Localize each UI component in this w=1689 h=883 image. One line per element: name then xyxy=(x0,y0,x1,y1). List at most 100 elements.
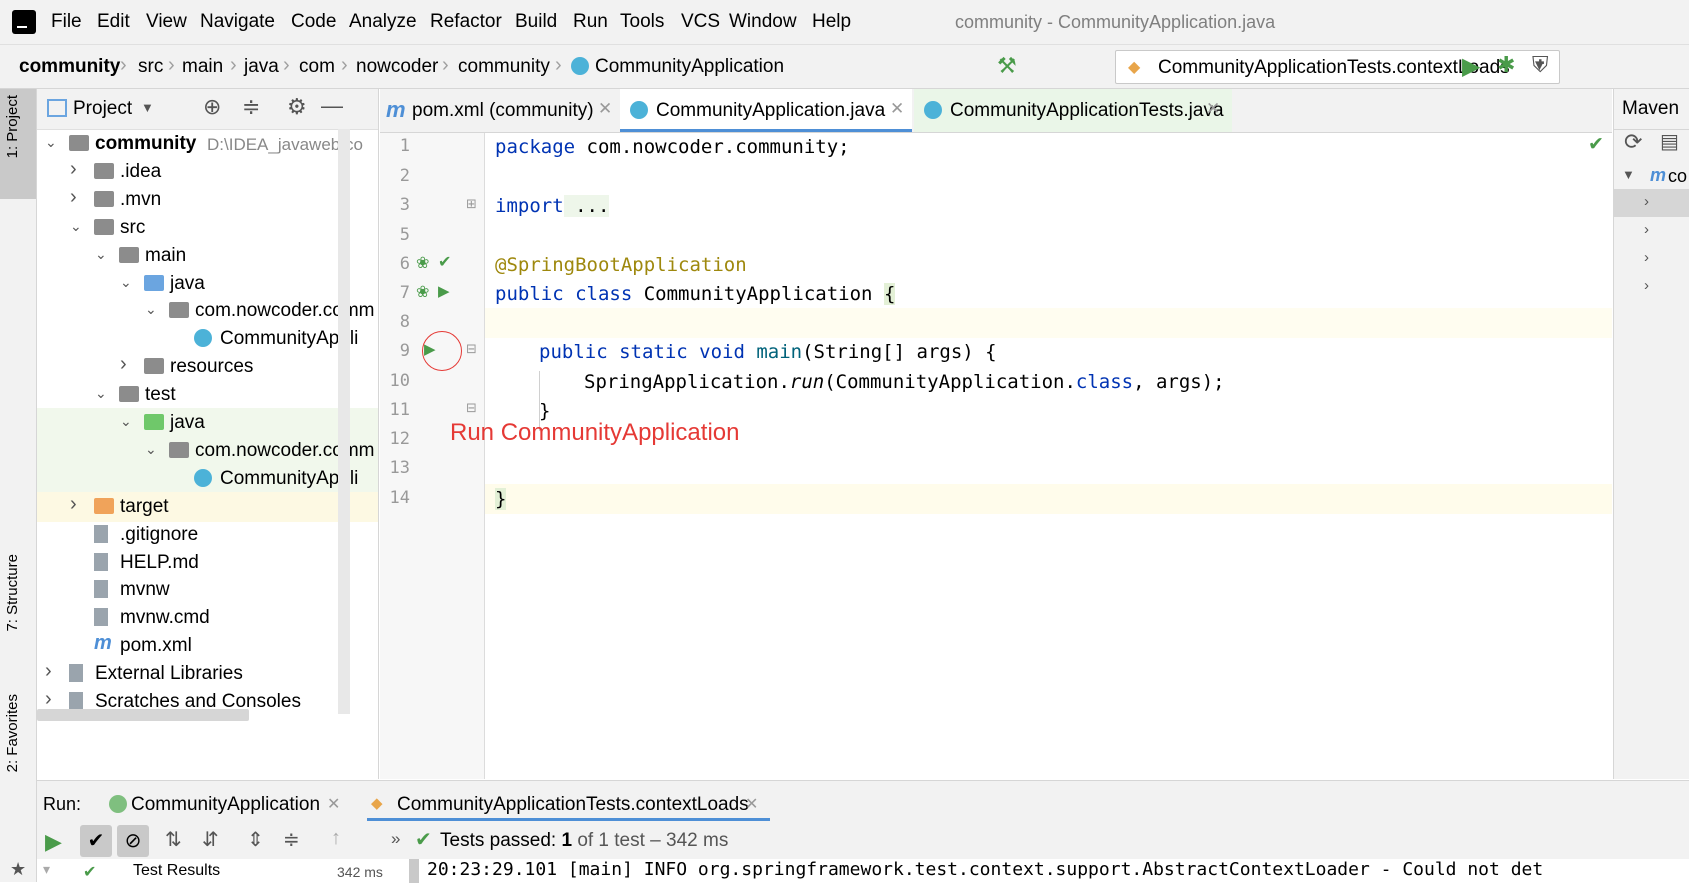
tab-pom-xml[interactable]: m pom.xml (community) ✕ xyxy=(380,89,618,132)
vertical-scrollbar[interactable] xyxy=(338,129,350,714)
tree-row[interactable]: ⌄ src xyxy=(37,213,378,243)
maven-root-label[interactable]: co xyxy=(1668,166,1687,187)
chevron-right-icon[interactable]: › xyxy=(45,688,52,711)
sort-duration-icon[interactable]: ⇵ xyxy=(202,827,219,852)
sort-alpha-icon[interactable]: ⇅ xyxy=(165,827,182,852)
chevron-right-icon[interactable]: › xyxy=(70,493,77,516)
maven-selected-row[interactable] xyxy=(1614,189,1689,217)
tree-row[interactable]: HELP.md xyxy=(37,548,378,578)
breadcrumb-item[interactable]: src xyxy=(138,56,163,78)
menu-file[interactable]: File xyxy=(51,11,82,33)
generate-sources-icon[interactable]: ▤ xyxy=(1660,129,1679,154)
reload-icon[interactable]: ⟳ xyxy=(1624,129,1642,155)
menu-help[interactable]: Help xyxy=(812,11,851,33)
coverage-icon[interactable]: ⛨ xyxy=(1532,52,1549,78)
folded-imports[interactable]: ... xyxy=(563,195,610,217)
show-passed-icon[interactable]: ✔ xyxy=(80,825,112,857)
menu-edit[interactable]: Edit xyxy=(97,11,130,33)
chevron-right-icon[interactable]: › xyxy=(120,353,127,376)
breadcrumb-item[interactable]: nowcoder xyxy=(356,56,438,78)
chevron-down-icon[interactable]: ▼ xyxy=(141,100,154,115)
menu-tools[interactable]: Tools xyxy=(620,11,664,33)
menu-build[interactable]: Build xyxy=(515,11,557,33)
tree-row[interactable]: › .mvn xyxy=(37,185,378,215)
breadcrumb-item[interactable]: CommunityApplication xyxy=(595,56,784,78)
show-ignored-icon[interactable]: ⊘ xyxy=(117,825,149,857)
menu-navigate[interactable]: Navigate xyxy=(200,11,275,33)
chevron-right-icon[interactable]: › xyxy=(1644,193,1649,210)
tree-row[interactable]: ⌄ main xyxy=(37,241,378,271)
chevron-right-icon[interactable]: › xyxy=(70,158,77,181)
tree-row[interactable]: › External Libraries xyxy=(37,659,378,689)
tree-row[interactable]: ⌄ test xyxy=(37,380,378,410)
menu-window[interactable]: Window xyxy=(729,11,797,33)
close-icon[interactable]: ✕ xyxy=(598,99,612,119)
chevron-right-icon[interactable]: › xyxy=(70,186,77,209)
tree-row[interactable]: › target xyxy=(37,491,378,522)
debug-bug-icon[interactable]: ✱ xyxy=(1497,52,1515,78)
tree-row[interactable]: ⌄ com.nowcoder.comm xyxy=(37,435,378,466)
run-tab-tests[interactable]: ◆ CommunityApplicationTests.contextLoads… xyxy=(367,785,770,821)
editor-gutter[interactable]: 1 2 3 5 6 7 8 9 10 11 12 13 14 ❀ ✔ ❀ ▶ ▶… xyxy=(380,133,739,779)
collapse-all-icon[interactable]: ≑ xyxy=(242,94,260,120)
gear-icon[interactable]: ⚙ xyxy=(287,94,307,120)
expand-all-icon[interactable]: ⇕ xyxy=(247,827,264,852)
collapse-all-icon[interactable]: ≑ xyxy=(283,827,300,852)
chevron-right-icon[interactable]: › xyxy=(1644,221,1649,238)
previous-failed-icon[interactable]: ↑ xyxy=(331,827,341,850)
chevron-down-icon[interactable]: ▼ xyxy=(1622,167,1635,182)
breadcrumb-item[interactable]: community xyxy=(458,56,550,78)
test-results-row[interactable]: ▾ ✔ Test Results 342 ms xyxy=(37,859,409,883)
tree-row[interactable]: CommunityAppli xyxy=(37,324,378,354)
tree-row[interactable]: m pom.xml xyxy=(37,631,378,661)
rerun-icon[interactable]: ▶ xyxy=(45,829,62,855)
tab-community-application-java[interactable]: CommunityApplication.java ✕ xyxy=(620,89,912,132)
menu-vcs[interactable]: VCS xyxy=(681,11,720,33)
tree-row[interactable]: CommunityAppli xyxy=(37,463,378,494)
close-icon[interactable]: ✕ xyxy=(890,99,904,119)
locate-crosshair-icon[interactable]: ⊕ xyxy=(203,94,221,120)
chevron-right-icon[interactable]: › xyxy=(1644,249,1649,266)
horizontal-scrollbar[interactable] xyxy=(37,709,249,721)
chevron-down-icon[interactable]: ⌄ xyxy=(120,413,132,430)
spring-bean-icon[interactable]: ❀ xyxy=(416,253,429,273)
tree-row[interactable]: ⌄ java xyxy=(37,269,378,299)
tool-tab-structure[interactable]: 7: Structure xyxy=(4,554,21,632)
run-tab-community-application[interactable]: CommunityApplication ✕ xyxy=(105,785,351,821)
chevron-down-icon[interactable]: ⌄ xyxy=(145,301,157,318)
console-output[interactable]: 20:23:29.101 [main] INFO org.springframe… xyxy=(419,859,1689,883)
close-icon[interactable]: ✕ xyxy=(1206,99,1220,119)
chevron-down-icon[interactable]: ▾ xyxy=(43,861,50,878)
tree-row[interactable]: ⌄ java xyxy=(37,408,378,438)
inspection-ok-check-icon[interactable]: ✔ xyxy=(1588,133,1604,156)
chevron-down-icon[interactable]: ⌄ xyxy=(95,246,107,263)
tree-row[interactable]: mvnw xyxy=(37,575,378,605)
tree-row[interactable]: › resources xyxy=(37,352,378,382)
tool-tab-favorites[interactable]: 2: Favorites xyxy=(4,694,21,772)
menu-view[interactable]: View xyxy=(146,11,187,33)
tree-row[interactable]: › .idea xyxy=(37,157,378,187)
maven-title[interactable]: Maven xyxy=(1622,98,1679,120)
run-icon[interactable]: ▶ xyxy=(1462,52,1480,81)
close-icon[interactable]: ✕ xyxy=(327,794,340,814)
menu-code[interactable]: Code xyxy=(291,11,336,33)
tool-tab-project[interactable]: 1: Project xyxy=(4,95,21,158)
tree-row[interactable]: .gitignore xyxy=(37,520,378,550)
breadcrumb-item[interactable]: community xyxy=(19,56,120,78)
run-main-gutter-icon[interactable]: ▶ xyxy=(424,340,436,358)
more-chevron-icon[interactable]: » xyxy=(391,829,400,849)
chevron-down-icon[interactable]: ⌄ xyxy=(70,218,82,235)
tree-row[interactable]: mvnw.cmd xyxy=(37,603,378,633)
chevron-down-icon[interactable]: ⌄ xyxy=(95,385,107,402)
breadcrumb-item[interactable]: java xyxy=(244,56,279,78)
tree-row[interactable]: ⌄ community D:\IDEA_javaweb\co xyxy=(37,129,378,159)
breadcrumb-item[interactable]: main xyxy=(182,56,223,78)
chevron-right-icon[interactable]: › xyxy=(1644,277,1649,294)
close-icon[interactable]: ✕ xyxy=(745,794,758,814)
fold-expand-icon[interactable]: ⊞ xyxy=(466,196,477,212)
tab-community-application-tests-java[interactable]: CommunityApplicationTests.java ✕ xyxy=(914,89,1232,132)
run-config-select[interactable]: ◆ CommunityApplicationTests.contextLoads… xyxy=(1115,50,1560,84)
chevron-down-icon[interactable]: ⌄ xyxy=(120,274,132,291)
chevron-down-icon[interactable]: ⌄ xyxy=(45,134,57,151)
project-view-title[interactable]: Project xyxy=(73,98,132,120)
